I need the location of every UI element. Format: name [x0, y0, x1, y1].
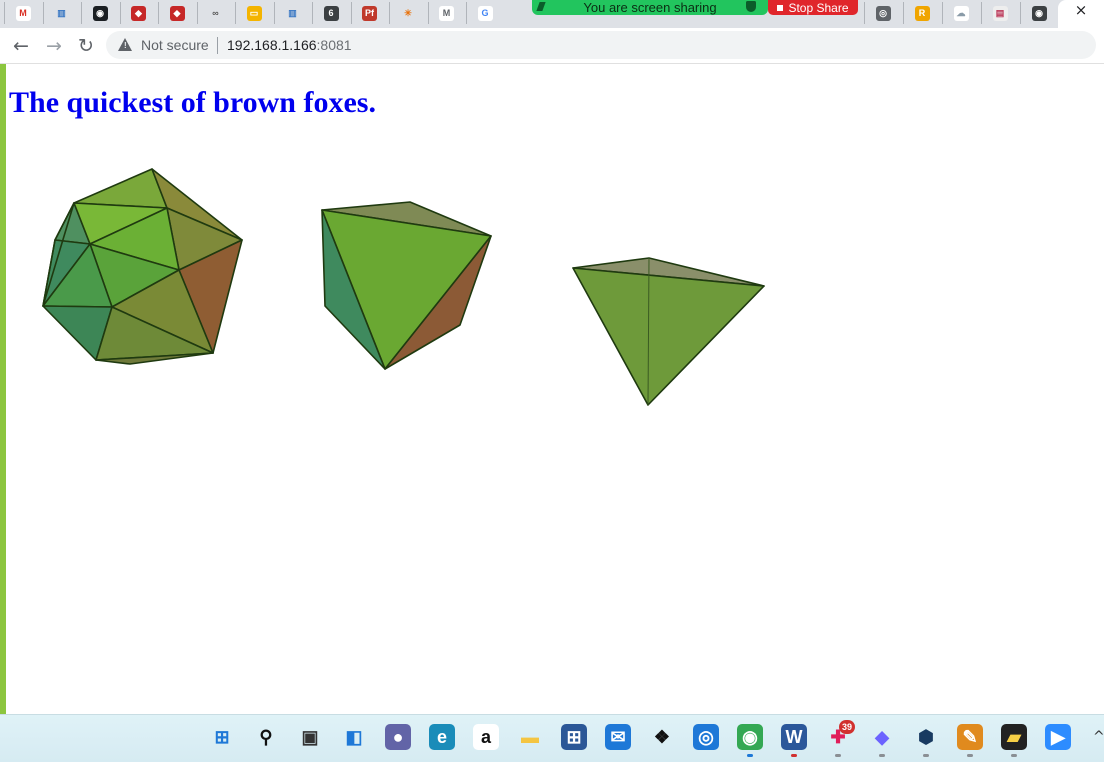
shield-icon [746, 1, 756, 12]
icosahedron-face [73, 168, 168, 209]
github-icon: ◉ [92, 5, 108, 21]
store-icon[interactable]: ⊞ [561, 724, 587, 750]
tetrahedron-face [572, 267, 765, 406]
google-icon: G [477, 5, 493, 21]
octahedron-image [321, 201, 492, 370]
chat-icon[interactable]: ● [385, 724, 411, 750]
icosahedron-image [42, 168, 243, 365]
reload-button[interactable]: ↻ [73, 33, 99, 59]
r-icon: R [914, 5, 930, 21]
browser-tab[interactable]: ▥ [42, 2, 80, 24]
sparkle-icon: ✳ [400, 5, 416, 21]
bars-icon: ▥ [54, 5, 69, 21]
omnibox-divider [217, 37, 218, 54]
url-host: 192.168.1.166 [227, 37, 317, 53]
six-icon: 6 [323, 5, 339, 21]
amazon-icon[interactable]: a [473, 724, 499, 750]
globe-icon: ◎ [875, 5, 891, 21]
diamond-app-icon[interactable]: ◆ [869, 724, 895, 750]
chrome-icon: ◉ [1031, 5, 1047, 21]
browser-tab[interactable]: ◉ [81, 2, 118, 24]
vpn-icon[interactable]: ◎ [693, 724, 719, 750]
screen-sharing-text: You are screen sharing [583, 0, 717, 15]
windows-start-icon[interactable]: ⊞ [209, 724, 235, 750]
stop-share-label: Stop Share [788, 0, 849, 15]
running-indicator [879, 754, 885, 757]
dropbox-icon[interactable]: ❖ [649, 724, 675, 750]
running-indicator [747, 754, 753, 757]
slides-icon: ▭ [246, 5, 262, 21]
bars-icon: ▥ [285, 5, 300, 21]
running-indicator [835, 754, 841, 757]
browser-tab[interactable]: ◎ [864, 2, 901, 24]
glasses-icon: ∞ [208, 5, 223, 21]
task-view-icon[interactable]: ▣ [297, 724, 323, 750]
stop-share-button[interactable]: Stop Share [768, 0, 858, 15]
tetrahedron-image [572, 257, 765, 406]
running-indicator [791, 754, 797, 757]
file-explorer-icon[interactable]: ▬ [517, 724, 543, 750]
browser-tab[interactable]: 6 [312, 2, 349, 24]
browser-tab[interactable]: G [466, 2, 503, 24]
medium-icon: M [439, 5, 454, 21]
edge-icon[interactable]: e [429, 724, 455, 750]
cloud-icon: ☁ [953, 5, 969, 21]
search-icon[interactable]: ⚲ [253, 724, 279, 750]
browser-toolbar: ← → ↻ ! Not secure 192.168.1.166:8081 [0, 28, 1104, 64]
red-cube-icon: ◆ [131, 5, 146, 21]
security-status[interactable]: Not secure [141, 37, 209, 53]
browser-tab[interactable]: ∞ [196, 2, 234, 24]
word-icon[interactable]: W [781, 724, 807, 750]
page-title: The quickest of brown foxes. [9, 86, 376, 119]
browser-tab[interactable]: ◉ [1020, 2, 1057, 24]
forward-button[interactable]: → [41, 33, 67, 59]
running-indicator [923, 754, 929, 757]
browser-tab[interactable]: ▭ [235, 2, 272, 24]
running-indicator [967, 754, 973, 757]
address-bar[interactable]: ! Not secure 192.168.1.166:8081 [106, 31, 1096, 59]
warning-icon[interactable]: ! [118, 38, 132, 51]
page-content: The quickest of brown foxes. [0, 64, 1104, 714]
gmail-icon: M [15, 5, 31, 21]
back-button[interactable]: ← [8, 33, 34, 59]
tab-strip: M ▥ ◉ ◆ ◆ ∞ ▭ ▥ 6 Pf ✳ M G You are screen sharing St… [0, 0, 1104, 28]
stop-icon [777, 4, 784, 11]
widgets-icon[interactable]: ◧ [341, 724, 367, 750]
browser-tab[interactable]: ☁ [942, 2, 979, 24]
browser-tab[interactable]: M [427, 2, 465, 24]
browser-tab[interactable]: M [4, 2, 41, 24]
browser-tab[interactable]: ✳ [389, 2, 426, 24]
browser-tab[interactable]: Pf [350, 2, 388, 24]
notification-badge: 39 [839, 720, 855, 734]
tray-chevron-icon[interactable]: ^ [1093, 729, 1104, 745]
left-accent-bar [0, 64, 6, 714]
image-icon: ▤ [992, 5, 1008, 21]
browser-tab[interactable]: R [903, 2, 940, 24]
paint-icon[interactable]: ✎ [957, 724, 983, 750]
browser-tab[interactable]: ◆ [119, 2, 157, 24]
red-cube-icon: ◆ [169, 5, 185, 21]
pf-icon: Pf [362, 5, 377, 21]
sticky-notes-icon[interactable]: ▰ [1001, 724, 1027, 750]
zoom-icon[interactable]: ▶ [1045, 724, 1071, 750]
chrome-icon[interactable]: ◉ [737, 724, 763, 750]
browser-tab[interactable]: ◆ [158, 2, 195, 24]
browser-tab[interactable]: ▥ [273, 2, 311, 24]
sharing-icon [536, 2, 546, 11]
screen-sharing-banner: You are screen sharing [532, 0, 768, 15]
url-port: :8081 [316, 37, 352, 53]
taskbar: ⊞ ⚲ ▣ ◧ ● e a ▬ ⊞ ✉ ❖ ◎ ◉ W ✚ ◆ ⬢ ✎ ▰ ▶ 39 ^ [0, 714, 1104, 762]
close-tab-icon[interactable]: × [1073, 1, 1089, 19]
virtualbox-icon[interactable]: ⬢ [913, 724, 939, 750]
mail-icon[interactable]: ✉ [605, 724, 631, 750]
url-text[interactable]: 192.168.1.166:8081 [227, 37, 352, 53]
running-indicator [1011, 754, 1017, 757]
browser-tab[interactable]: ▤ [981, 2, 1018, 24]
